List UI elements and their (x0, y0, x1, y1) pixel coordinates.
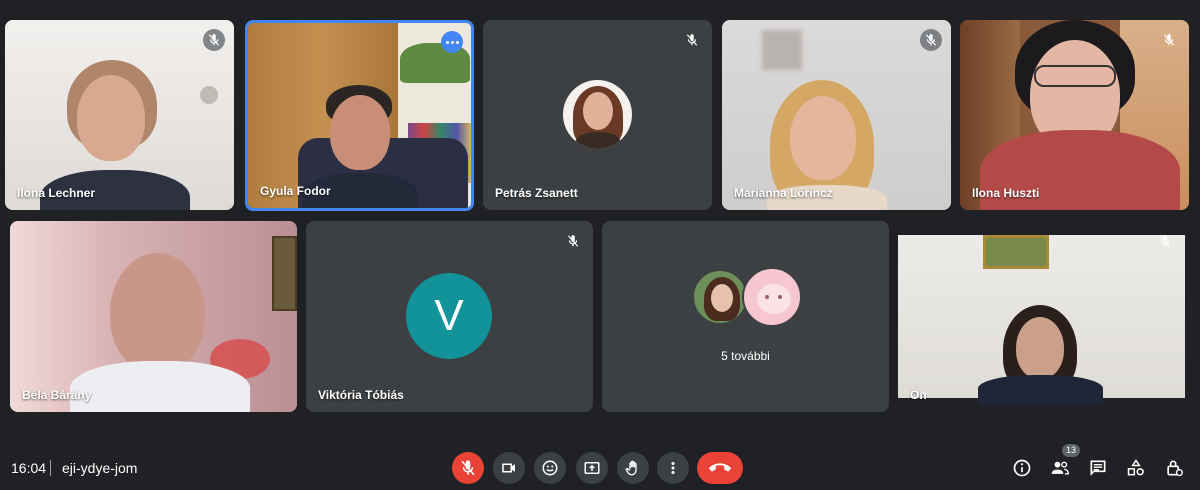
people-count-badge: 13 (1062, 444, 1080, 457)
participant-name: Béla Bárány (22, 388, 92, 402)
meeting-time: 16:04 (11, 460, 47, 476)
mic-off-icon (461, 460, 475, 476)
participant-name: Ilona Huszti (972, 186, 1040, 200)
divider (50, 460, 51, 476)
muted-icon (203, 29, 225, 51)
video-feed (960, 20, 1189, 210)
video-feed (248, 23, 471, 208)
emoji-icon (542, 460, 558, 476)
more-vert-icon (671, 462, 675, 474)
video-feed (722, 20, 951, 210)
present-screen-button[interactable] (576, 452, 608, 484)
people-button[interactable] (1048, 456, 1072, 480)
participant-tile[interactable]: Ilona Huszti (960, 20, 1189, 210)
muted-icon (562, 230, 584, 252)
participant-name: Gyula Fodor (260, 184, 331, 198)
leave-call-button[interactable] (697, 452, 743, 484)
participant-tile[interactable]: Ilona Lechner (5, 20, 234, 210)
hand-icon (625, 460, 637, 476)
info-icon (1013, 459, 1031, 477)
present-screen-icon (584, 462, 600, 474)
call-end-icon (709, 463, 731, 472)
chat-button[interactable] (1086, 456, 1110, 480)
avatar (563, 80, 632, 149)
others-tile[interactable]: 5 további (602, 221, 889, 412)
host-controls-button[interactable] (1162, 456, 1186, 480)
muted-icon (920, 29, 942, 51)
videocam-icon (502, 463, 515, 473)
avatar (692, 269, 748, 325)
reactions-button[interactable] (534, 452, 566, 484)
more-options-button[interactable] (657, 452, 689, 484)
activities-button[interactable] (1124, 456, 1148, 480)
control-bar: 16:04 eji-ydye-jom (0, 440, 1200, 490)
avatar-letter: V (434, 291, 464, 340)
people-icon (1051, 461, 1070, 475)
raise-hand-button[interactable] (617, 452, 649, 484)
activities-icon (1127, 459, 1144, 476)
avatar: V (406, 273, 492, 359)
participant-tile[interactable]: Marianna Lőrincz (722, 20, 951, 210)
avatar (742, 267, 802, 327)
participant-name: Ilona Lechner (17, 186, 96, 200)
participant-tile[interactable]: Béla Bárány (10, 221, 297, 412)
mic-toggle-button[interactable] (452, 452, 484, 484)
participant-name: Viktória Tóbiás (318, 388, 404, 402)
video-feed (5, 20, 234, 210)
muted-icon (681, 29, 703, 51)
participant-name: Ön (910, 388, 927, 402)
participant-tile[interactable]: V Viktória Tóbiás (306, 221, 593, 412)
participant-tile-active[interactable]: Gyula Fodor (245, 20, 474, 211)
self-view-tile[interactable]: Ön (898, 221, 1185, 412)
muted-icon (1158, 29, 1180, 51)
video-feed (10, 221, 297, 412)
meeting-code[interactable]: eji-ydye-jom (62, 460, 137, 476)
participant-name: Marianna Lőrincz (734, 186, 833, 200)
more-options-button[interactable] (441, 31, 463, 53)
muted-icon (1154, 230, 1176, 252)
video-feed (898, 235, 1185, 405)
camera-toggle-button[interactable] (493, 452, 525, 484)
participant-tile[interactable]: Petrás Zsanett (483, 20, 712, 210)
host-controls-icon (1167, 460, 1183, 477)
participant-name: Petrás Zsanett (495, 186, 578, 200)
chat-icon (1090, 460, 1106, 476)
meeting-details-button[interactable] (1010, 456, 1034, 480)
others-count-label: 5 további (721, 349, 770, 363)
